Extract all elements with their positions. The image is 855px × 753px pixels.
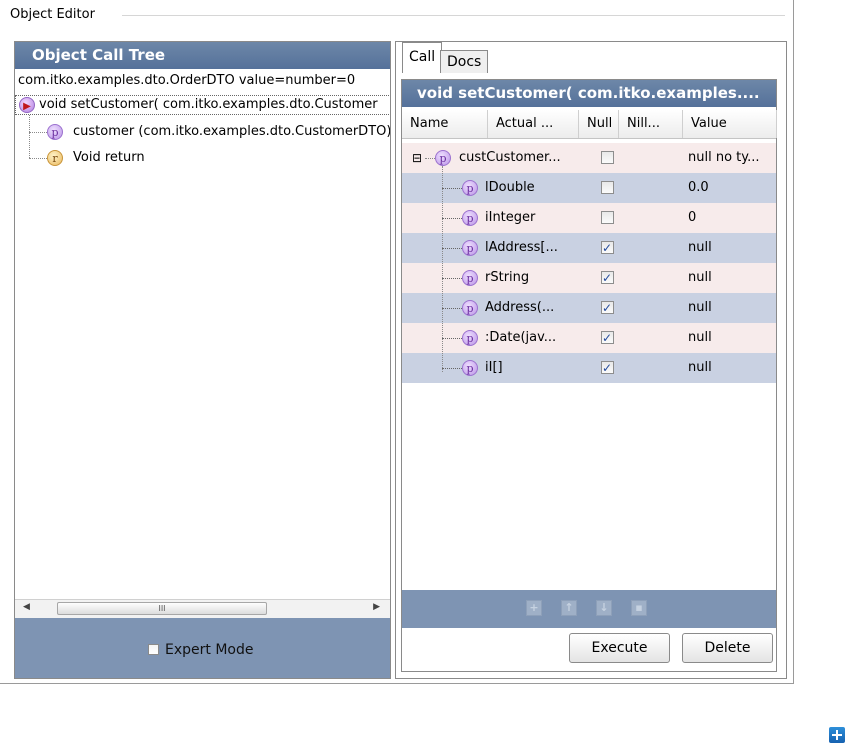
tree-connector xyxy=(425,158,435,159)
method-icon: ▶ xyxy=(19,97,35,113)
scroll-thumb[interactable]: III xyxy=(57,602,267,615)
table-row[interactable]: p iInteger 0 xyxy=(402,203,776,233)
parameter-icon: p xyxy=(462,300,478,316)
null-checkbox[interactable] xyxy=(601,323,614,353)
row-value[interactable]: 0.0 xyxy=(688,173,776,203)
tree-connector xyxy=(29,158,47,159)
call-editor-panel: Call Docs void setCustomer( com.itko.exa… xyxy=(395,41,787,679)
null-checkbox[interactable] xyxy=(601,293,614,323)
table-row[interactable]: p lDouble 0.0 xyxy=(402,173,776,203)
table-row[interactable]: p ​Address(... null xyxy=(402,293,776,323)
row-value[interactable]: null xyxy=(688,323,776,353)
expert-mode-label: Expert Mode xyxy=(165,642,254,658)
move-up-icon[interactable]: ↑ xyxy=(561,600,577,616)
row-toolbar: + ↑ ↓ ▪ xyxy=(402,590,776,628)
parameter-icon: p xyxy=(462,210,478,226)
row-name: iI[] xyxy=(485,360,503,375)
object-call-tree-title: Object Call Tree xyxy=(15,42,390,69)
table-row[interactable]: p rString null xyxy=(402,263,776,293)
scroll-right-arrow-icon[interactable]: ▶ xyxy=(373,602,380,612)
tree-param-label: customer (com.itko.examples.dto.Customer… xyxy=(73,124,390,139)
frame-title: Object Editor xyxy=(10,7,95,22)
row-name: ​Address(... xyxy=(485,300,555,315)
parameter-icon: p xyxy=(462,330,478,346)
null-checkbox[interactable] xyxy=(601,181,614,194)
scroll-left-arrow-icon[interactable]: ◀ xyxy=(23,602,30,612)
row-name: custCustomer... xyxy=(459,150,561,165)
parameter-icon: p xyxy=(47,124,63,140)
row-name: lAddress[... xyxy=(485,240,558,255)
tree-connector xyxy=(442,308,462,309)
object-editor-frame: Object Editor Object Call Tree com.itko.… xyxy=(0,0,794,684)
tree-return-label: Void return xyxy=(73,150,145,165)
tab-docs[interactable]: Docs xyxy=(440,50,489,73)
row-value[interactable]: null no ty... xyxy=(688,143,776,173)
tree-connector xyxy=(442,338,462,339)
table-header: Name Actual ... Null Nill... Value xyxy=(402,110,777,139)
delete-icon[interactable]: ▪ xyxy=(631,600,647,616)
column-null[interactable]: Null xyxy=(579,110,619,138)
parameter-icon: p xyxy=(462,180,478,196)
tree-method-node[interactable]: ▶ void setCustomer( com.itko.examples.dt… xyxy=(15,95,390,115)
tree-connector xyxy=(442,368,462,369)
table-row[interactable]: ⊟ p custCustomer... null no ty... xyxy=(402,143,776,173)
row-value[interactable]: null xyxy=(688,293,776,323)
row-name: lDouble xyxy=(485,180,535,195)
row-value[interactable]: 0 xyxy=(688,203,776,233)
move-down-icon[interactable]: ↓ xyxy=(596,600,612,616)
null-checkbox[interactable] xyxy=(601,211,614,224)
row-value[interactable]: null xyxy=(688,263,776,293)
row-name: :Date(jav... xyxy=(485,330,557,345)
add-icon[interactable] xyxy=(829,727,845,743)
tree-connector xyxy=(29,115,30,158)
horizontal-scrollbar[interactable]: ◀ III ▶ xyxy=(15,599,390,618)
column-actual[interactable]: Actual ... xyxy=(488,110,579,138)
add-icon[interactable]: + xyxy=(526,600,542,616)
tree-root-node[interactable]: com.itko.examples.dto.OrderDTO value=num… xyxy=(18,71,355,91)
call-signature-header: void setCustomer( com.itko.examples.... xyxy=(402,80,776,107)
tree-root-label: com.itko.examples.dto.OrderDTO value=num… xyxy=(18,73,356,88)
parameter-icon: p xyxy=(462,360,478,376)
tree-connector xyxy=(442,248,462,249)
row-value[interactable]: null xyxy=(688,353,776,383)
table-row[interactable]: p iI[] null xyxy=(402,353,776,383)
execute-button[interactable]: Execute xyxy=(569,633,670,663)
column-value[interactable]: Value xyxy=(683,110,777,138)
return-icon: r xyxy=(47,150,63,166)
column-nillable[interactable]: Nill... xyxy=(619,110,683,138)
frame-title-divider xyxy=(122,15,785,16)
tree-connector xyxy=(29,132,47,133)
object-call-tree-panel: Object Call Tree com.itko.examples.dto.O… xyxy=(14,41,391,679)
tree-connector xyxy=(442,188,462,189)
null-checkbox[interactable] xyxy=(601,263,614,293)
tab-call[interactable]: Call xyxy=(402,42,443,73)
call-content: void setCustomer( com.itko.examples.... … xyxy=(401,79,777,672)
tree-connector xyxy=(442,218,462,219)
left-panel-footer: Expert Mode xyxy=(15,618,390,678)
object-parameter-icon: p xyxy=(435,150,451,166)
call-tree: com.itko.examples.dto.OrderDTO value=num… xyxy=(15,69,390,597)
collapse-icon[interactable]: ⊟ xyxy=(412,143,422,173)
parameter-icon: p xyxy=(462,270,478,286)
table-row[interactable]: p :Date(jav... null xyxy=(402,323,776,353)
column-name[interactable]: Name xyxy=(402,110,488,138)
expert-mode-toggle[interactable]: Expert Mode xyxy=(148,642,253,658)
parameter-icon: p xyxy=(462,240,478,256)
tree-connector xyxy=(442,166,443,372)
null-checkbox[interactable] xyxy=(601,233,614,263)
tree-method-label: void setCustomer( com.itko.examples.dto.… xyxy=(39,97,378,112)
delete-button[interactable]: Delete xyxy=(682,633,773,663)
null-checkbox[interactable] xyxy=(601,353,614,383)
tree-connector xyxy=(442,278,462,279)
table-row[interactable]: p lAddress[... null xyxy=(402,233,776,263)
row-name: iInteger xyxy=(485,210,536,225)
row-name: rString xyxy=(485,270,530,285)
null-checkbox[interactable] xyxy=(601,151,614,164)
row-value[interactable]: null xyxy=(688,233,776,263)
expert-mode-checkbox[interactable] xyxy=(148,644,159,655)
